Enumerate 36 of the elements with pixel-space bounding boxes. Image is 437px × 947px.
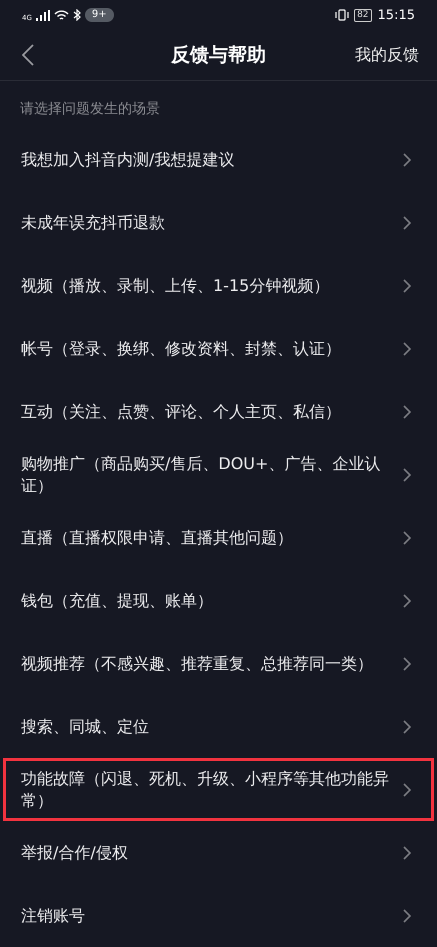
highlighted-list-item[interactable]: 功能故障（闪退、死机、升级、小程序等其他功能异常） [3,758,434,821]
list-item[interactable]: 视频推荐（不感兴趣、推荐重复、总推荐同一类） [3,632,434,695]
battery-level: 82 [354,8,372,22]
chevron-icon [403,530,411,544]
chevron-icon [403,468,411,482]
signal-icon [36,10,50,20]
chevron-icon [403,404,411,418]
list-item[interactable]: 帐号（登录、换绑、修改资料、封禁、认证） [3,317,434,380]
chevron-icon [403,152,411,166]
list-item[interactable]: 购物推广（商品购买/售后、DOU+、广告、企业认证） [3,443,434,506]
vibrate-icon [334,9,350,21]
chevron-icon [403,278,411,292]
wifi-icon [54,10,69,20]
list-item[interactable]: 注销账号 [3,884,434,947]
section-label: 请选择问题发生的场景 [19,100,161,119]
list-item[interactable]: 搜索、同城、定位 [3,695,434,758]
list-item[interactable]: 直播（直播权限申请、直播其他问题） [3,506,434,569]
list-item[interactable]: 我想加入抖音内测/我想提建议 [3,128,434,191]
chevron-icon [403,782,411,796]
chevron-icon [403,594,411,608]
clock-time: 15:15 [378,8,415,22]
chevron-icon [403,908,411,922]
list-item[interactable]: 未成年误充抖币退款 [3,191,434,254]
bluetooth-icon [72,9,81,21]
chevron-icon [403,342,411,356]
list-item[interactable]: 举报/合作/侵权 [3,821,434,884]
chevron-icon [403,720,411,734]
list-item[interactable]: 视频（播放、录制、上传、1-15分钟视频） [3,254,434,317]
list-item[interactable]: 钱包（充值、提现、账单） [3,569,434,632]
notification-badge: 9+ [84,8,114,22]
chevron-icon [403,656,411,670]
chevron-icon [403,846,411,860]
page-title: 反馈与帮助 [171,43,266,68]
chevron-icon [403,216,411,230]
list-item[interactable]: 互动（关注、点赞、评论、个人主页、私信） [3,380,434,443]
my-feedback-link[interactable]: 我的反馈 [355,44,419,66]
